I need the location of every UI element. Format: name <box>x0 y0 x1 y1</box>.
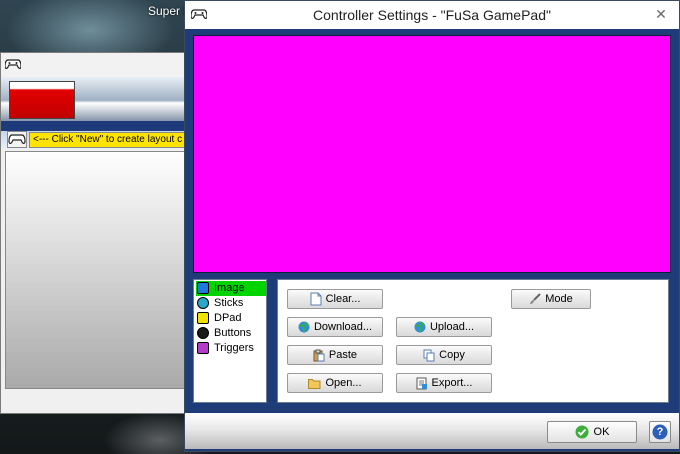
category-item-dpad[interactable]: DPad <box>196 311 266 326</box>
clear-label: Clear... <box>325 293 361 305</box>
download-label: Download... <box>313 321 373 333</box>
trigger-icon <box>197 342 209 354</box>
document-icon <box>310 292 322 306</box>
copy-icon <box>423 349 435 361</box>
category-item-triggers[interactable]: Triggers <box>196 341 266 356</box>
back-window-titlebar[interactable] <box>1 53 187 77</box>
gamepad-icon <box>4 58 22 73</box>
close-icon: ✕ <box>655 5 667 22</box>
folder-icon <box>308 378 321 389</box>
download-button[interactable]: Download... <box>287 317 383 337</box>
stick-icon <box>197 297 209 309</box>
help-glyph: ? <box>656 426 664 438</box>
category-label: Sticks <box>214 297 244 309</box>
dialog-footer: OK ? <box>185 409 679 451</box>
paste-button[interactable]: Paste <box>287 345 383 365</box>
mode-label: Mode <box>545 293 573 305</box>
upload-button[interactable]: Upload... <box>396 317 492 337</box>
ok-button[interactable]: OK <box>547 421 637 443</box>
controller-image-preview <box>193 35 671 273</box>
image-actions-panel: Clear... Mode Download... Upload... Past… <box>277 279 669 403</box>
color-swatch-button[interactable] <box>9 81 75 119</box>
brush-icon <box>530 293 541 304</box>
mode-button[interactable]: Mode <box>511 289 591 309</box>
globe-icon <box>414 321 426 333</box>
dpad-icon <box>197 312 209 324</box>
category-label: Buttons <box>214 327 252 339</box>
category-label: Triggers <box>214 342 254 354</box>
dialog-title: Controller Settings - "FuSa GamePad" <box>313 7 551 23</box>
settings-area: Image Sticks DPad Buttons Triggers Clear… <box>193 277 669 405</box>
export-button[interactable]: Export... <box>396 373 492 393</box>
checkmark-icon <box>575 425 589 439</box>
category-label: Image <box>214 282 245 294</box>
paste-label: Paste <box>328 349 358 361</box>
open-button[interactable]: Open... <box>287 373 383 393</box>
button-icon <box>197 327 209 339</box>
open-label: Open... <box>325 377 362 389</box>
category-item-sticks[interactable]: Sticks <box>196 296 266 311</box>
category-list: Image Sticks DPad Buttons Triggers <box>193 279 267 403</box>
dialog-titlebar[interactable]: Controller Settings - "FuSa GamePad" ✕ <box>185 1 679 29</box>
category-label: DPad <box>214 312 242 324</box>
export-label: Export... <box>431 377 473 389</box>
back-window-divider <box>1 121 187 131</box>
back-window-toolbar: <--- Click "New" to create layout c <box>1 131 187 149</box>
image-icon <box>197 282 209 294</box>
layout-list-panel[interactable] <box>5 151 187 389</box>
paste-icon <box>313 349 325 361</box>
category-item-image[interactable]: Image <box>196 281 266 296</box>
layout-editor-window: <--- Click "New" to create layout c <box>0 52 187 414</box>
ok-label: OK <box>593 426 610 438</box>
new-layout-hint: <--- Click "New" to create layout c <box>29 132 187 148</box>
upload-label: Upload... <box>429 321 475 333</box>
copy-button[interactable]: Copy <box>396 345 492 365</box>
help-button[interactable]: ? <box>649 421 671 443</box>
export-icon <box>416 377 427 389</box>
controller-settings-dialog: Controller Settings - "FuSa GamePad" ✕ I… <box>184 0 680 452</box>
close-button[interactable]: ✕ <box>649 5 673 23</box>
gamepad-toolbar-button[interactable] <box>7 131 27 148</box>
footer-bar: OK ? <box>185 413 679 449</box>
copy-label: Copy <box>439 349 465 361</box>
clear-button[interactable]: Clear... <box>287 289 383 309</box>
category-item-buttons[interactable]: Buttons <box>196 326 266 341</box>
globe-icon <box>298 321 310 333</box>
